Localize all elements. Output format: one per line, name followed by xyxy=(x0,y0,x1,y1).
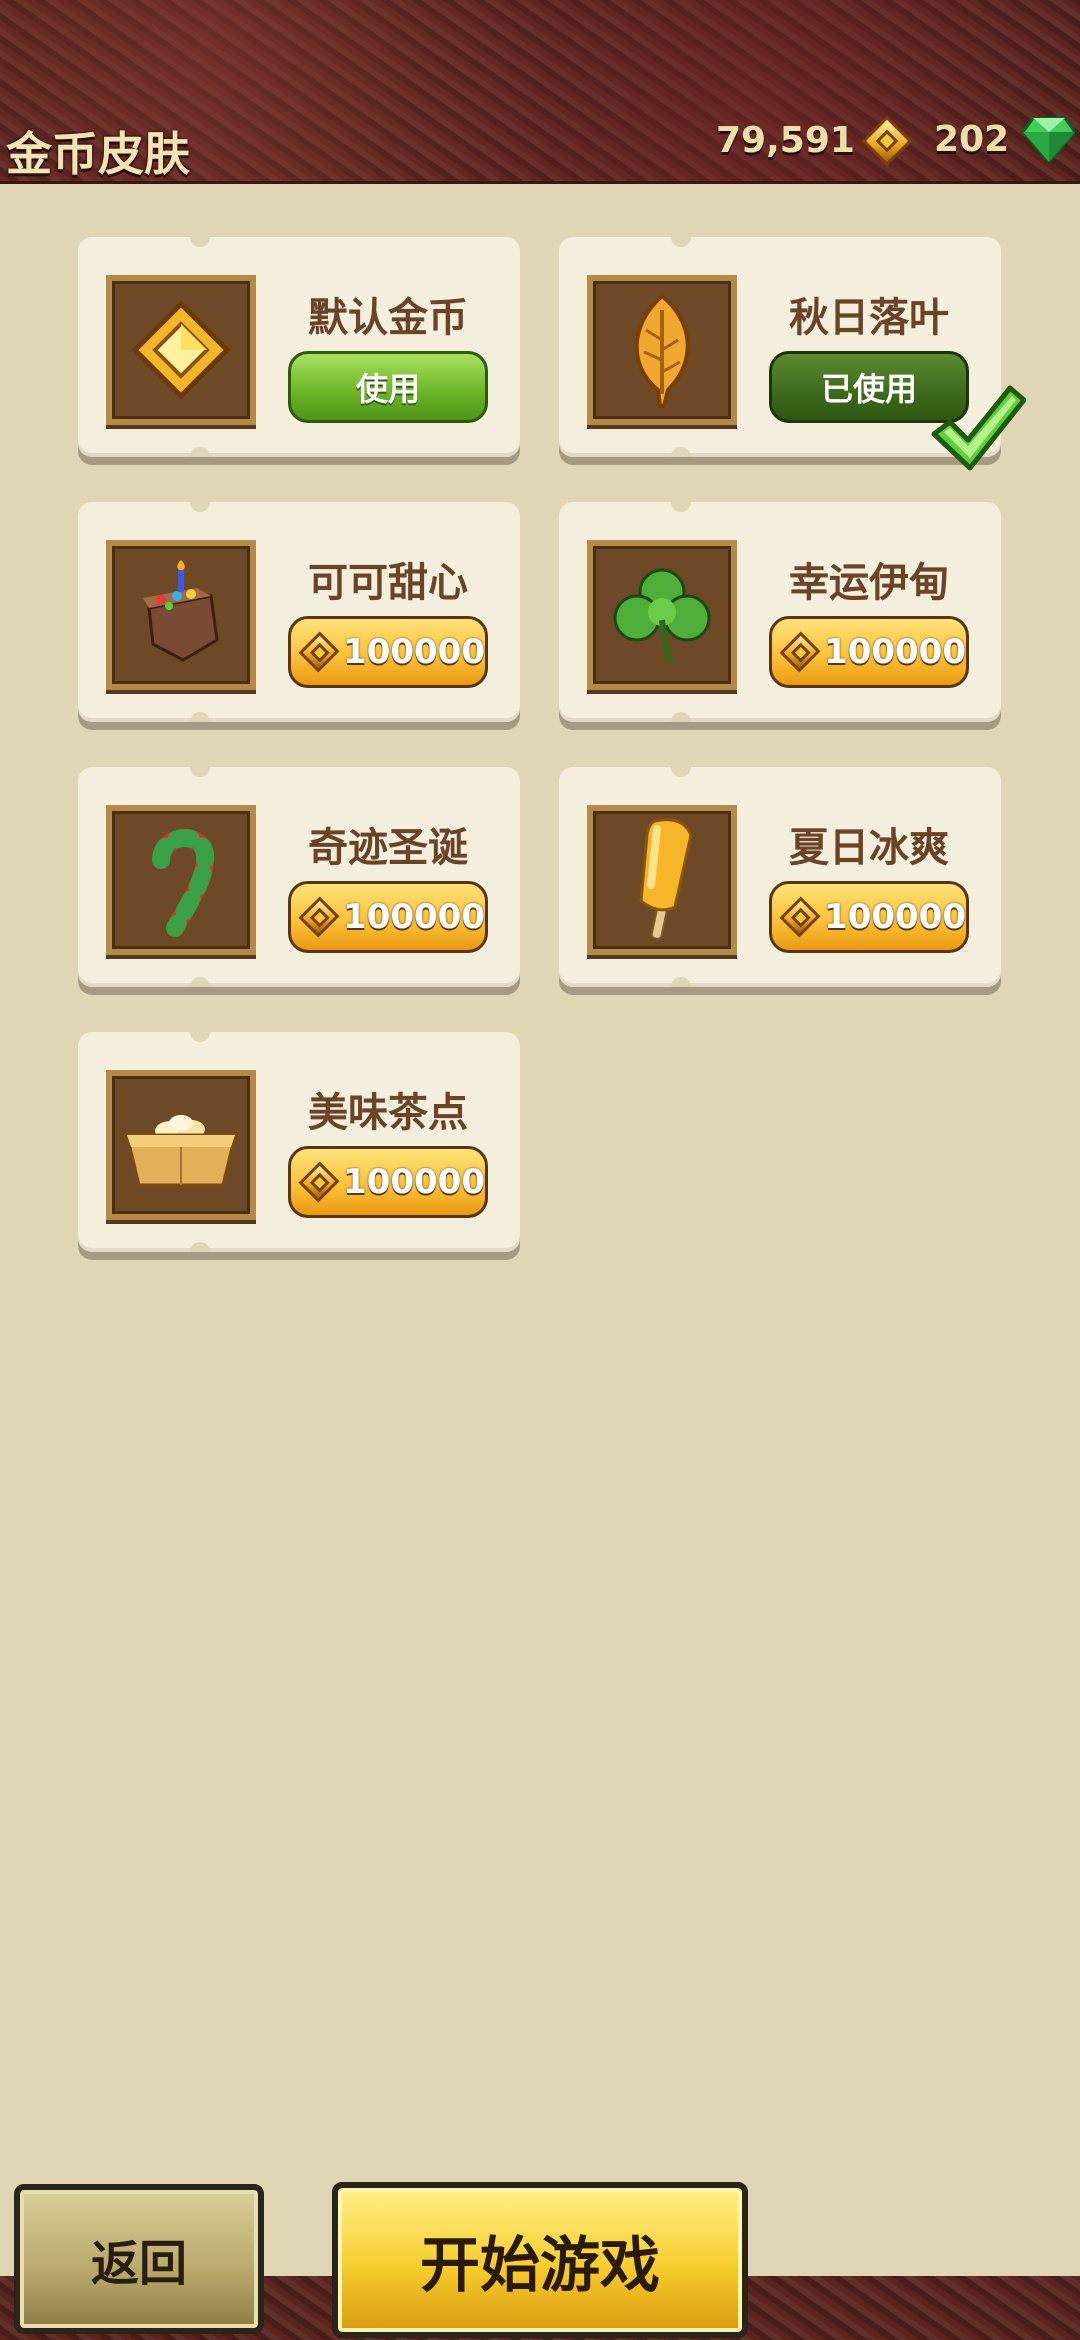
coin-count: 79,591 xyxy=(716,120,855,161)
buy-button[interactable]: 100000 xyxy=(769,616,969,688)
start-game-button[interactable]: 开始游戏 xyxy=(332,2182,748,2338)
buy-button[interactable]: 100000 xyxy=(288,616,488,688)
gem-icon xyxy=(1023,116,1076,162)
back-button[interactable]: 返回 xyxy=(14,2184,264,2334)
skin-thumbnail xyxy=(106,1070,256,1220)
gem-count: 202 xyxy=(934,118,1010,160)
price-label: 100000 xyxy=(343,1162,485,1202)
skin-thumbnail xyxy=(587,275,737,425)
coin-icon xyxy=(298,631,340,673)
coin-icon xyxy=(779,631,821,673)
price-label: 100000 xyxy=(343,632,485,672)
skin-name: 可可甜心 xyxy=(308,560,468,606)
checkmark-icon xyxy=(931,385,1026,471)
skin-card-tasty-tea: 美味茶点 100000 xyxy=(78,1032,520,1252)
coin-balance: 79,591 xyxy=(716,115,913,166)
skin-name: 默认金币 xyxy=(308,295,468,341)
skin-thumbnail xyxy=(106,275,256,425)
coin-icon xyxy=(779,896,821,938)
price-label: 100000 xyxy=(824,897,966,937)
buy-button[interactable]: 100000 xyxy=(288,1146,488,1218)
skin-thumbnail xyxy=(587,540,737,690)
skin-card-lucky-eden: 幸运伊甸 100000 xyxy=(559,502,1001,722)
buy-button[interactable]: 100000 xyxy=(288,881,488,953)
coin-icon xyxy=(298,1161,340,1203)
skin-card-christmas-miracle: 奇迹圣诞 100000 xyxy=(78,767,520,987)
skin-name: 美味茶点 xyxy=(308,1090,468,1136)
coin-diamond-icon xyxy=(131,300,231,400)
skin-card-default-coin: 默认金币 使用 xyxy=(78,237,520,457)
skin-thumbnail xyxy=(587,805,737,955)
candy-cane-icon xyxy=(152,829,215,937)
coin-icon xyxy=(298,896,340,938)
skin-name: 秋日落叶 xyxy=(789,295,949,341)
buy-button[interactable]: 100000 xyxy=(769,881,969,953)
skin-thumbnail xyxy=(106,805,256,955)
skin-thumbnail xyxy=(106,540,256,690)
clover-icon xyxy=(613,568,711,665)
autumn-leaf-icon xyxy=(634,293,690,408)
price-label: 100000 xyxy=(824,632,966,672)
coin-icon xyxy=(861,115,913,166)
gem-balance: 202 xyxy=(934,116,1076,162)
page-title: 金币皮肤 xyxy=(6,127,190,181)
use-button[interactable]: 使用 xyxy=(288,351,488,423)
skin-name: 幸运伊甸 xyxy=(789,560,949,606)
price-label: 100000 xyxy=(343,897,485,937)
skin-name: 夏日冰爽 xyxy=(789,825,949,871)
skin-name: 奇迹圣诞 xyxy=(308,825,468,871)
pastry-box-icon xyxy=(125,1115,237,1187)
skin-card-cocoa-sweetheart: 可可甜心 100000 xyxy=(78,502,520,722)
chocolate-cake-icon xyxy=(143,560,219,662)
top-bar: 金币皮肤 79,591 202 xyxy=(0,0,1080,184)
skin-card-summer-cool: 夏日冰爽 100000 xyxy=(559,767,1001,987)
popsicle-icon xyxy=(639,818,693,940)
